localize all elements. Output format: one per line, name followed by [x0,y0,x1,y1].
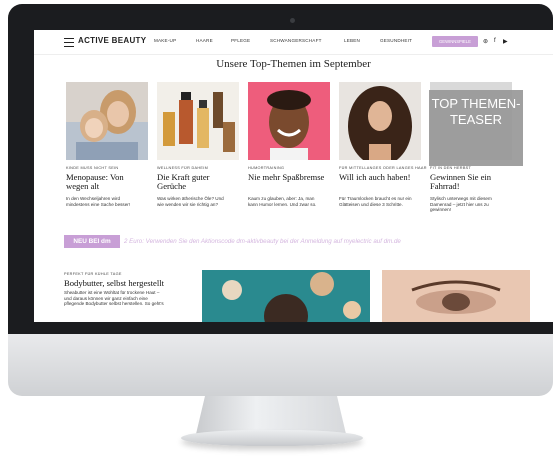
card-title[interactable]: Gewinnen Sie ein Fahrrad! [430,173,510,191]
card-tag: FÜR MITTELLANGES ODER LANGES HAAR [339,166,427,170]
promo-banner[interactable]: NEU BEI dm 2 Euro: Verwenden Sie den Akt… [34,235,553,249]
pinterest-icon[interactable]: ⊛ [483,38,488,45]
section-title: Unsere Top-Themen im September [216,58,371,70]
site-logo[interactable]: ACTIVE BEAUTY [78,36,146,45]
promo-badge: NEU BEI dm [64,235,120,248]
card-tag: KINDE MUSS NICHT SEIN [66,166,119,170]
card-tag: HUMORTRAINING [248,166,285,170]
facebook-icon[interactable]: f [494,38,496,44]
article-image-decor[interactable] [202,270,370,322]
card-text: Was wirken ätherische Öle? Und wie wende… [157,196,224,207]
card-title[interactable]: Menopause: Von wegen alt [66,173,146,191]
nav-item-pflege[interactable]: PFLEGE [231,38,250,43]
nav-item-make-up[interactable]: MAKE-UP [154,38,176,43]
card-text: Kaum zu glauben, aber: Ja, man kann Humo… [248,196,317,207]
article-image-eye[interactable] [382,270,530,322]
card-image-humor[interactable] [248,82,330,160]
card-image-curls[interactable] [339,82,421,160]
card-title[interactable]: Nie mehr Spaßbremse [248,173,328,182]
article-title[interactable]: Bodybutter, selbst hergestellt [64,278,164,288]
card-image-oils[interactable] [157,82,239,160]
card-title[interactable]: Die Kraft guter Gerüche [157,173,237,191]
top-themen-teaser-label: TOP THEMEN-TEASER [429,90,523,166]
website-screen: ACTIVE BEAUTY MAKE-UP HAARE PFLEGE SCHWA… [34,30,553,322]
nav-item-leben[interactable]: LEBEN [344,38,360,43]
monitor-stand-neck [196,396,346,434]
article-tag: PERFEKT FÜR KÜHLE TAGE [64,272,122,276]
nav-item-gesundheit[interactable]: GESUNDHEIT [380,38,412,43]
nav-item-haare[interactable]: HAARE [196,38,213,43]
card-text: Für Traumlocken braucht es nur ein Glätt… [339,196,412,207]
hamburger-menu-icon[interactable] [64,38,74,47]
youtube-icon[interactable]: ▶ [503,38,508,45]
monitor-stand-base [181,430,363,446]
card-tag: FIT IN DEN HERBST [430,166,472,170]
gewinnspiele-button[interactable]: GEWINNSPIELE [432,36,478,47]
nav-item-schwangerschaft[interactable]: SCHWANGERSCHAFT [270,38,322,43]
card-text: Stylisch unterwegs mit diesem Damenrad –… [430,196,492,213]
monitor-chin [8,334,553,396]
card-image-menopause[interactable] [66,82,148,160]
top-navigation: ACTIVE BEAUTY MAKE-UP HAARE PFLEGE SCHWA… [34,30,553,55]
card-title[interactable]: Will ich auch haben! [339,173,419,182]
card-tag: WELLNESS FÜR DAHEIM [157,166,209,170]
promo-text: 2 Euro: Verwenden Sie den Aktionscode dm… [124,238,401,245]
article-text: Sheabutter ist eine Wohltat für trockene… [64,290,164,307]
camera-dot [290,18,295,23]
card-text: In den Wechseljahren wird mindestens ein… [66,196,131,207]
